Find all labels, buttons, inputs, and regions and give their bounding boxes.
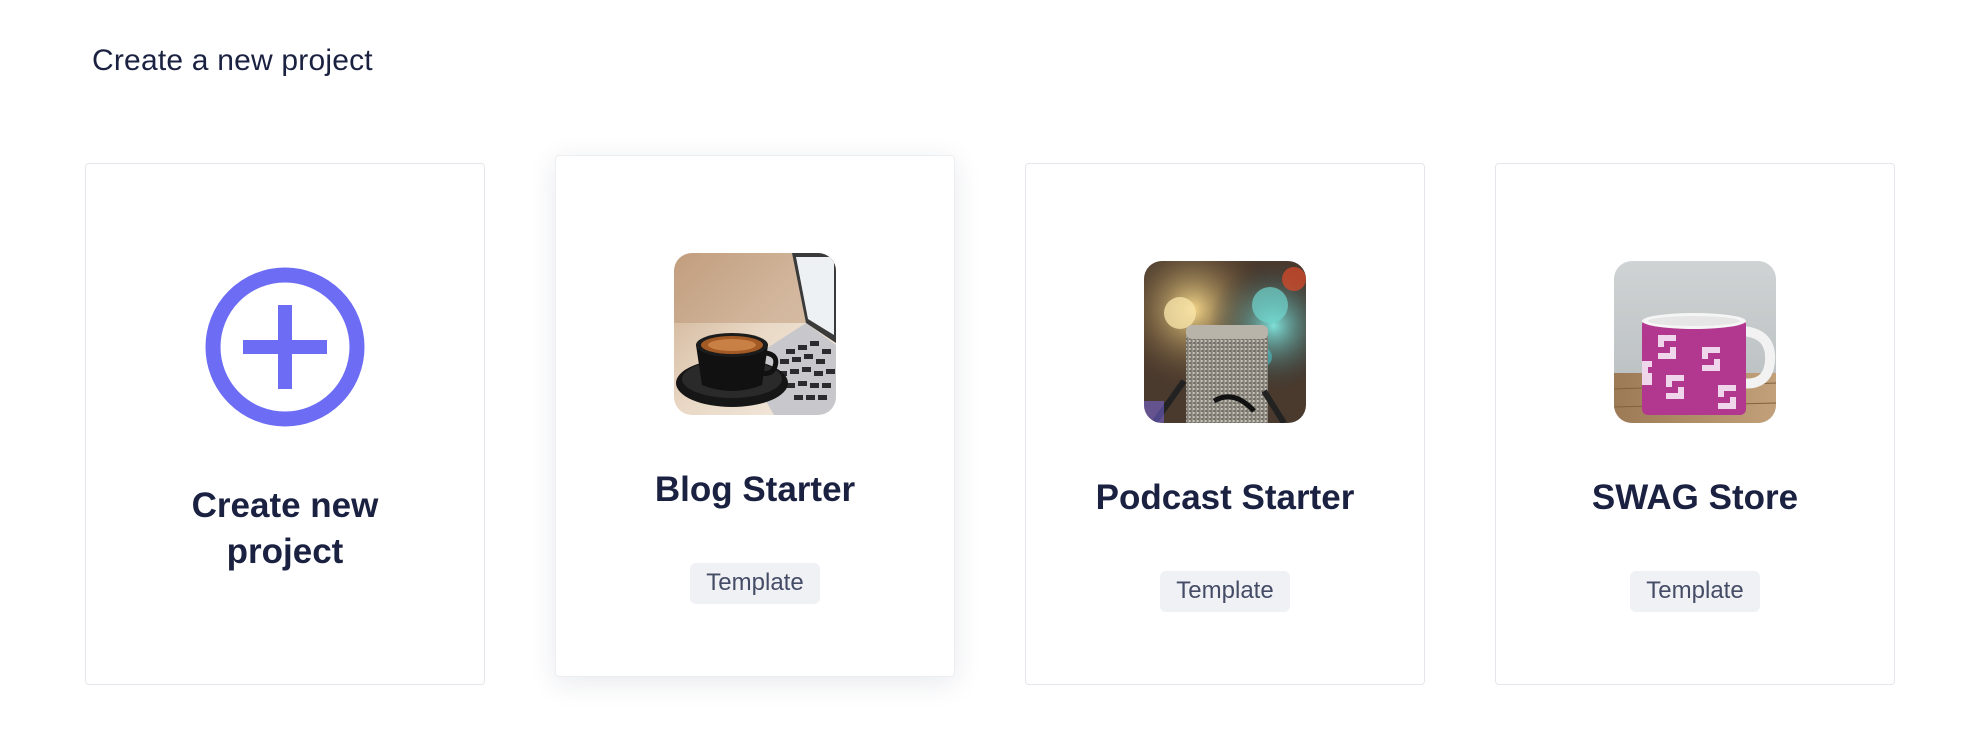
plus-circle-icon: [203, 265, 367, 429]
project-card-grid: Create new project Blog Starter Template…: [85, 155, 1895, 685]
card-title: Blog Starter: [654, 470, 856, 509]
template-badge: Template: [1160, 571, 1290, 612]
page: Create a new project Create new project: [0, 0, 1980, 740]
card-title: SWAG Store: [1591, 478, 1799, 517]
mug-image: [1614, 261, 1776, 423]
template-badge: Template: [690, 563, 820, 604]
card-title: Create new project: [191, 486, 379, 571]
page-title: Create a new project: [92, 44, 373, 77]
blog-starter-card[interactable]: Blog Starter Template: [555, 155, 955, 677]
swag-store-card[interactable]: SWAG Store Template: [1495, 163, 1895, 685]
template-badge: Template: [1630, 571, 1760, 612]
create-new-project-card[interactable]: Create new project: [85, 163, 485, 685]
coffee-laptop-image: [674, 253, 836, 415]
card-title: Podcast Starter: [1095, 478, 1355, 517]
podcast-starter-card[interactable]: Podcast Starter Template: [1025, 163, 1425, 685]
microphone-image: [1144, 261, 1306, 423]
